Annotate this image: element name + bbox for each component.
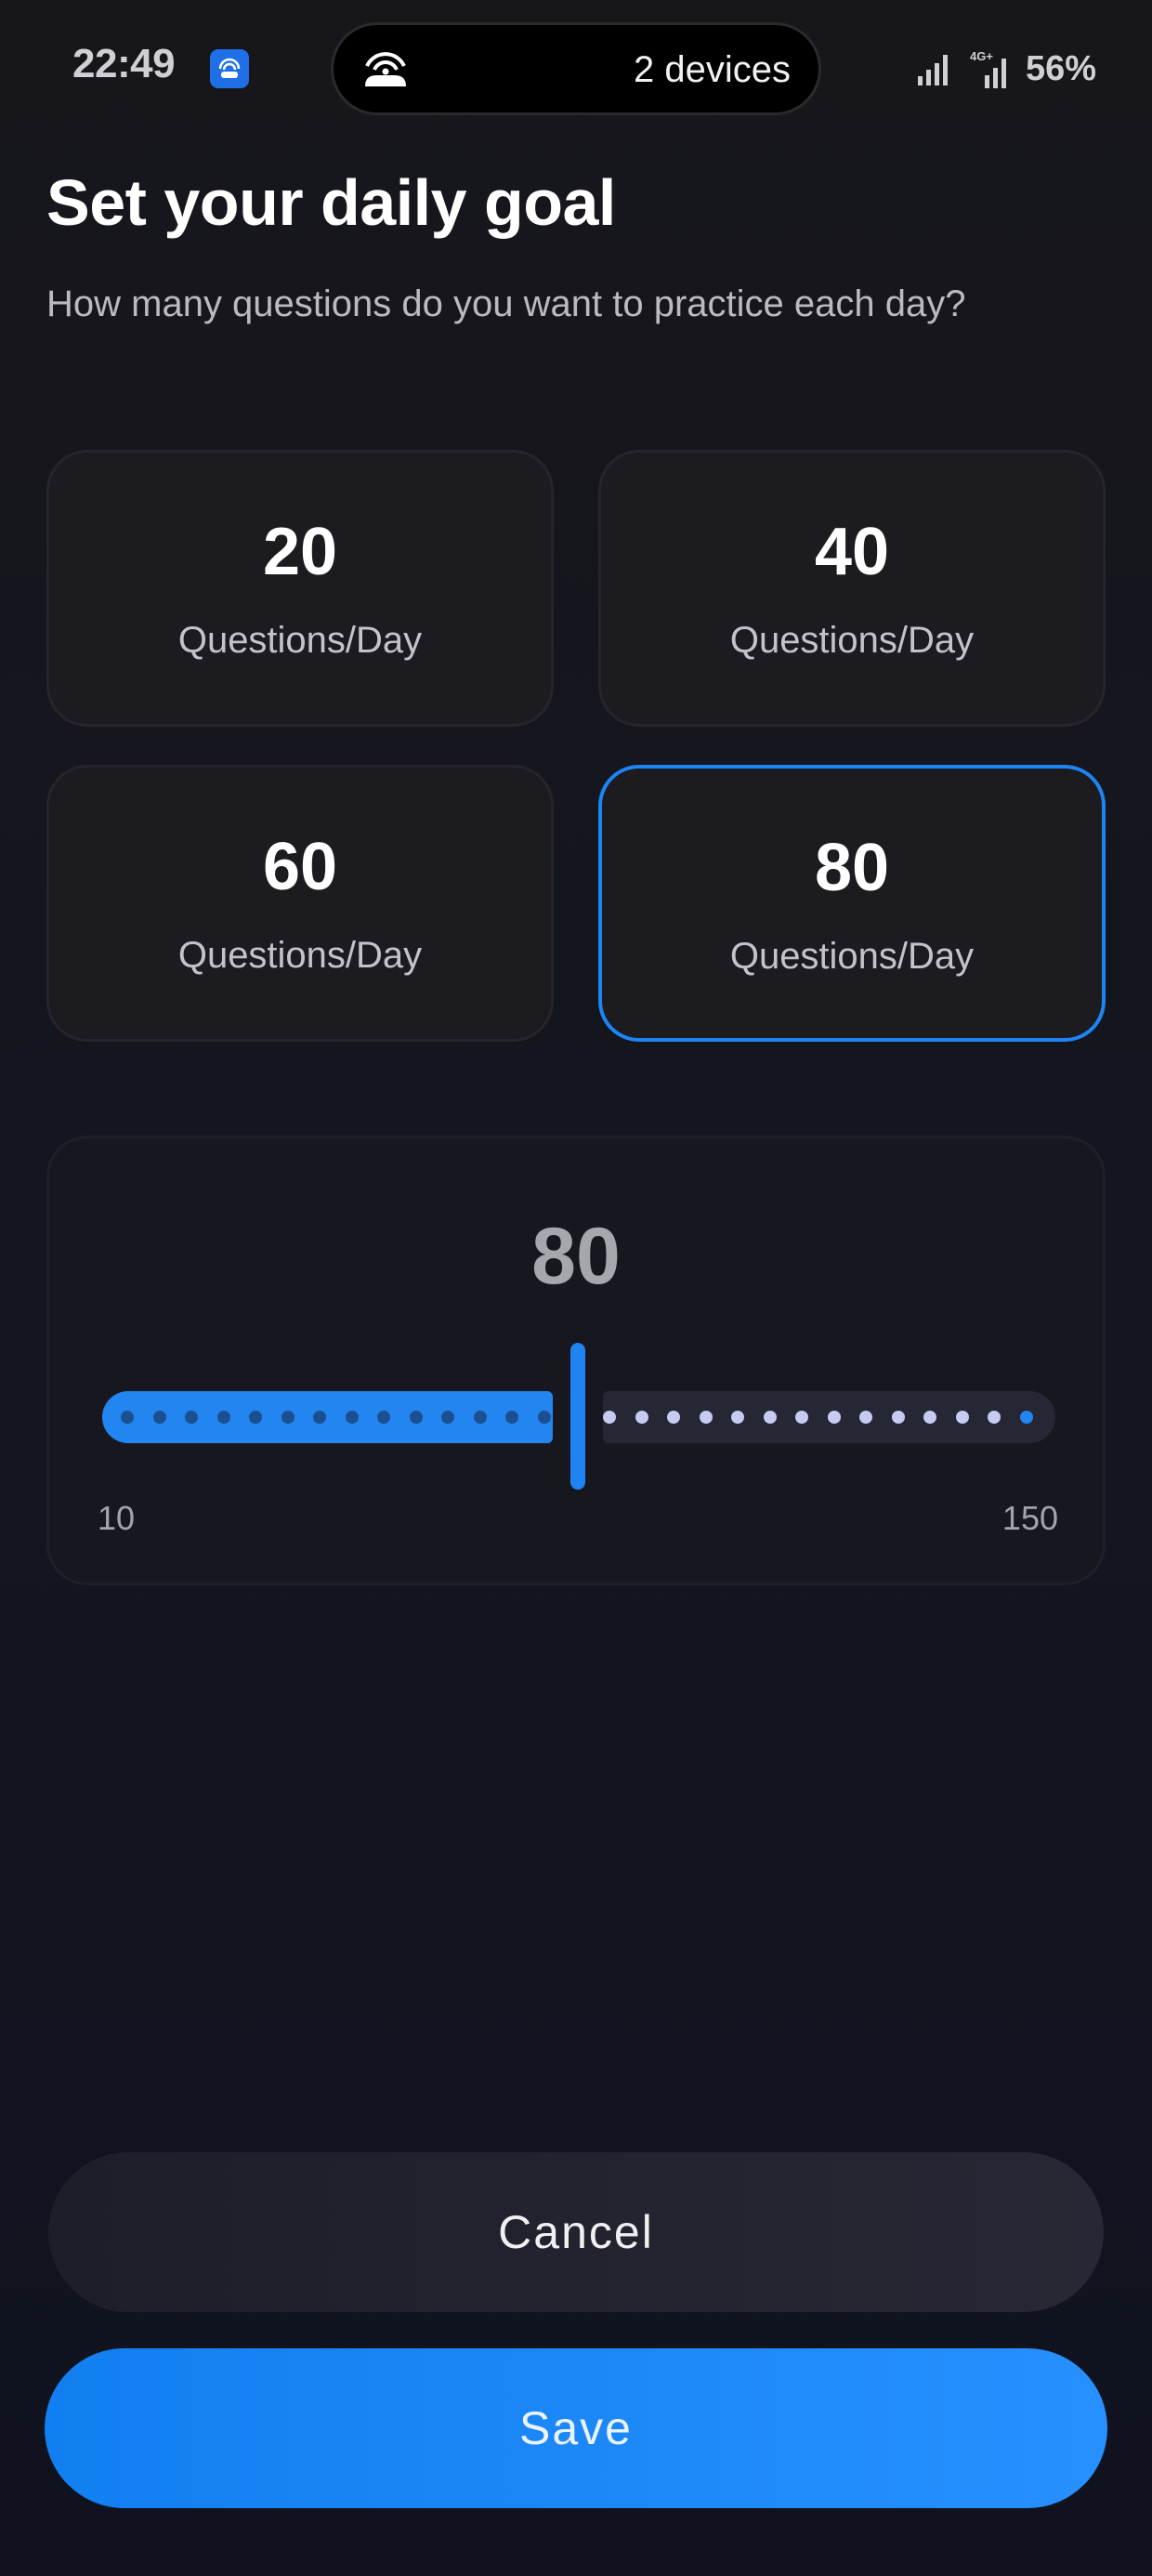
goal-option-80[interactable]: 80 Questions/Day	[598, 765, 1106, 1042]
goal-option-20[interactable]: 20 Questions/Day	[46, 450, 554, 727]
save-button[interactable]: Save	[45, 2348, 1107, 2508]
option-label: Questions/Day	[729, 620, 975, 661]
slider-tick-dot	[537, 1411, 551, 1424]
slider-tick-dot	[603, 1411, 616, 1424]
page-title: Set your daily goal	[46, 166, 616, 239]
slider-tick-dot	[216, 1411, 230, 1424]
dynamic-island[interactable]: 2 devices	[331, 22, 821, 115]
goal-option-60[interactable]: 60 Questions/Day	[46, 765, 554, 1042]
slider-tick-dot	[473, 1411, 487, 1424]
hotspot-icon	[365, 52, 406, 86]
option-value: 80	[814, 831, 890, 905]
option-value: 40	[814, 515, 890, 589]
slider-tick-dot	[505, 1411, 518, 1424]
option-label: Questions/Day	[177, 935, 423, 976]
network-type-label: 4G+	[970, 49, 993, 63]
system-icons: 4G+ 56%	[916, 41, 1096, 97]
slider-tick-dot	[1019, 1411, 1033, 1424]
hotspot-app-icon	[210, 49, 249, 88]
slider-thumb[interactable]	[570, 1343, 585, 1490]
slider-value: 80	[531, 1212, 621, 1301]
slider-track-remaining[interactable]	[603, 1391, 1055, 1443]
slider-tick-dot	[827, 1411, 841, 1424]
slider-tick-dot	[249, 1411, 262, 1424]
slider-tick-dot	[923, 1411, 936, 1424]
slider-tick-dot	[795, 1411, 808, 1424]
mobile-signal-4g-icon: 4G+	[970, 49, 1006, 88]
slider-tick-dot	[859, 1411, 872, 1424]
slider-tick-dot	[955, 1411, 969, 1424]
slider-tick-dot	[731, 1411, 744, 1424]
battery-percent: 56%	[1025, 48, 1096, 88]
slider-tick-dot	[185, 1411, 198, 1424]
slider-tick-dot	[988, 1411, 1001, 1424]
option-value: 20	[262, 515, 338, 589]
status-bar: 22:49 2 devices 4G+ 56%	[0, 0, 1152, 139]
slider-tick-dot	[281, 1411, 295, 1424]
option-label: Questions/Day	[177, 620, 423, 661]
status-time: 22:49	[72, 41, 176, 86]
slider-tick-dot	[667, 1411, 680, 1424]
slider-tick-dot	[377, 1411, 390, 1424]
slider-tick-dot	[763, 1411, 777, 1424]
slider-tick-dot	[345, 1411, 359, 1424]
island-devices-text: 2 devices	[634, 49, 791, 90]
option-value: 60	[262, 830, 338, 904]
slider-tick-dot	[891, 1411, 905, 1424]
slider-min-label: 10	[98, 1499, 136, 1537]
slider-tick-dot	[409, 1411, 423, 1424]
slider-tick-dot	[441, 1411, 454, 1424]
cancel-button[interactable]: Cancel	[48, 2152, 1104, 2312]
slider-max-label: 150	[1001, 1499, 1058, 1537]
goal-option-40[interactable]: 40 Questions/Day	[598, 450, 1106, 727]
slider-tick-dot	[699, 1411, 713, 1424]
slider-tick-dot	[121, 1411, 134, 1424]
option-label: Questions/Day	[729, 936, 975, 977]
signal-icon	[917, 55, 948, 85]
slider-tick-dot	[152, 1411, 166, 1424]
slider-tick-dot	[635, 1411, 648, 1424]
slider-track-filled[interactable]	[102, 1391, 553, 1443]
slider-tick-dot	[313, 1411, 326, 1424]
page-subtitle: How many questions do you want to practi…	[46, 283, 966, 324]
custom-goal-slider-card: 80 10 150	[46, 1136, 1106, 1585]
